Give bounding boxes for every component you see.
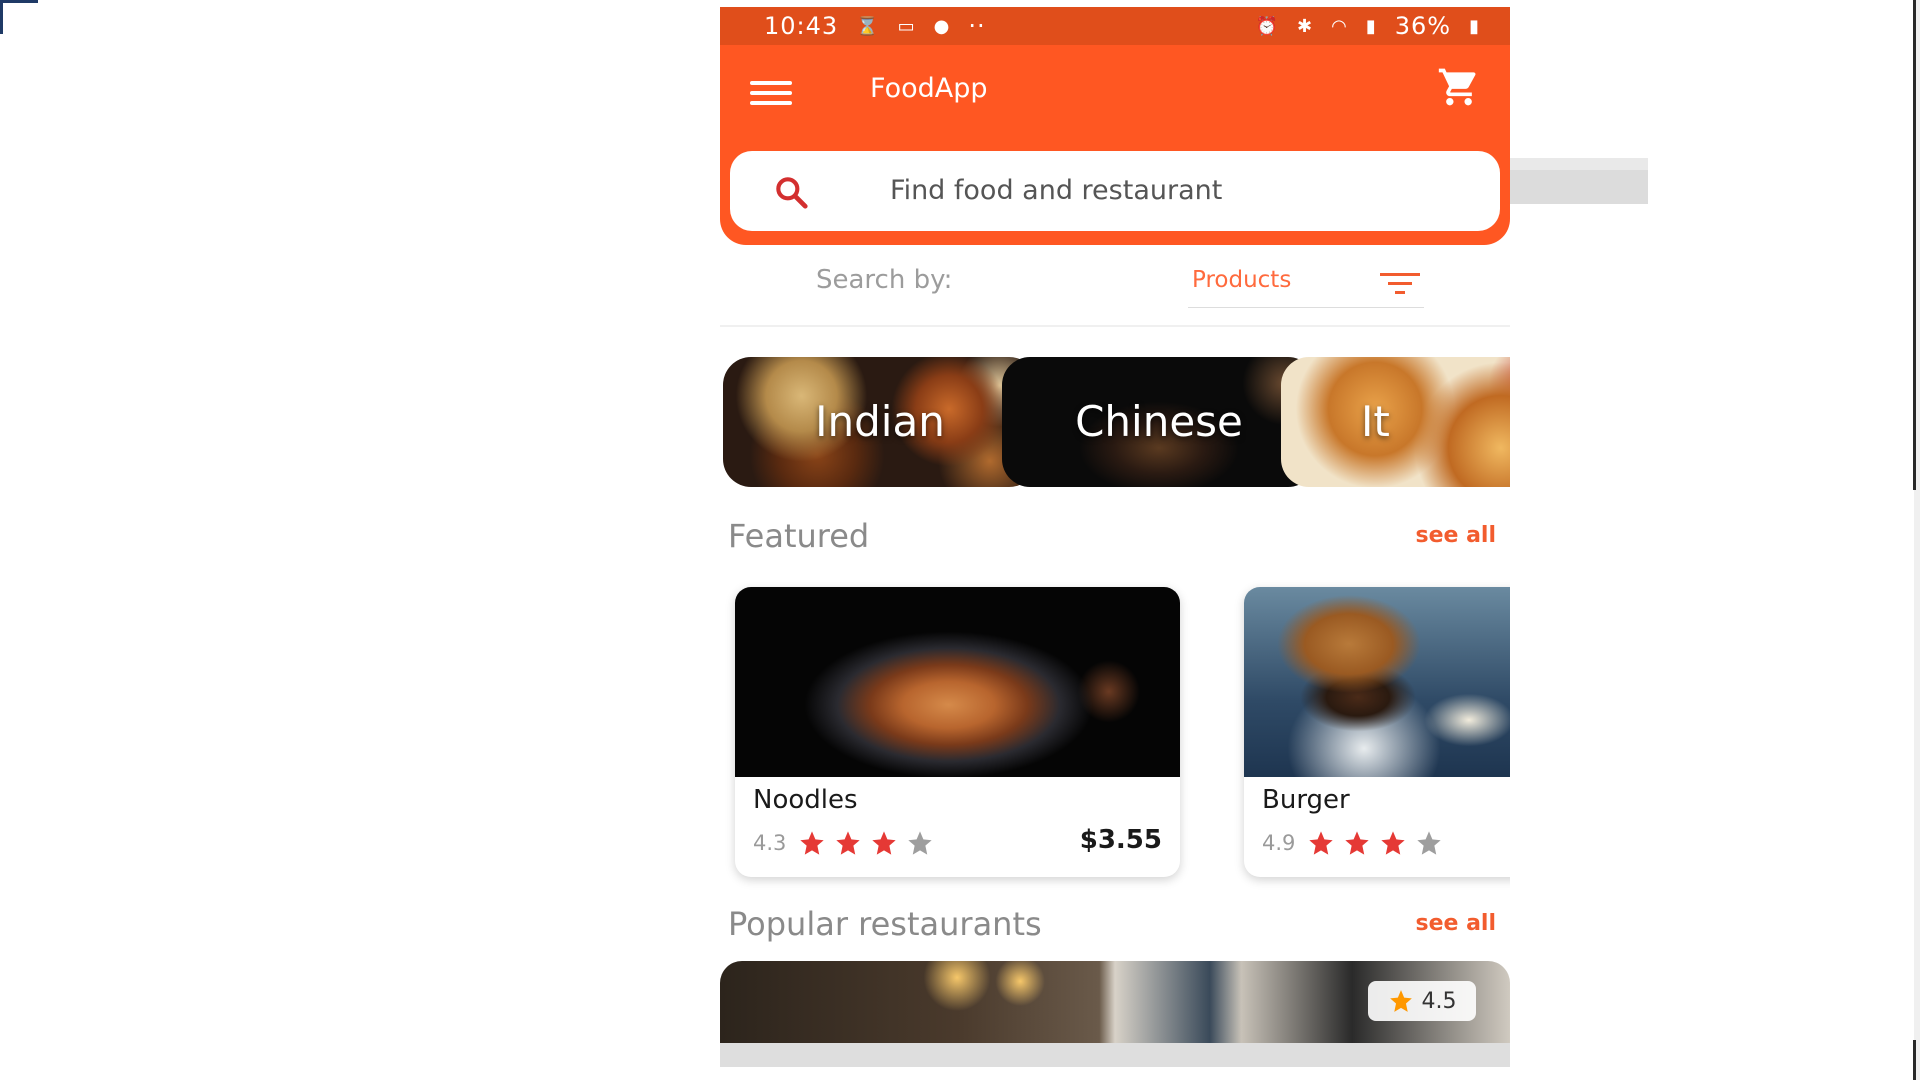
window-scrollbar[interactable] xyxy=(1913,1040,1916,1080)
star-filled-icon xyxy=(1345,831,1370,855)
star-empty-icon xyxy=(908,831,933,855)
window-scrollbar[interactable] xyxy=(1913,0,1916,490)
phone-screen: 10:43 ⌛ ▭ ● ·· ⏰ ✱ ◠ ▮ 36% ▮ FoodApp Fin… xyxy=(720,7,1510,1067)
star-icon xyxy=(1389,990,1412,1012)
search-input[interactable]: Find food and restaurant xyxy=(730,151,1500,231)
category-card-indian[interactable]: Indian xyxy=(723,357,1037,487)
restaurant-card[interactable]: 4.5 xyxy=(720,961,1510,1053)
rating-stars xyxy=(798,829,934,857)
rating-value: 4.3 xyxy=(753,831,787,855)
app-title: FoodApp xyxy=(870,73,988,104)
status-time: 10:43 xyxy=(764,12,839,40)
popular-restaurants-title: Popular restaurants xyxy=(728,905,1042,943)
noodles-image xyxy=(735,587,1180,777)
category-card-chinese[interactable]: Chinese xyxy=(1002,357,1316,487)
rating-value: 4.9 xyxy=(1262,831,1296,855)
cart-icon[interactable] xyxy=(1436,65,1482,109)
food-card-burger[interactable]: Burger 4.9 xyxy=(1244,587,1510,877)
more-notifications: ·· xyxy=(968,12,986,40)
star-filled-icon xyxy=(800,831,825,855)
search-by-dropdown[interactable]: Products xyxy=(1188,261,1424,308)
food-name: Noodles xyxy=(753,785,858,815)
food-card-noodles[interactable]: Noodles 4.3 $3.55 xyxy=(735,587,1180,877)
star-filled-icon xyxy=(872,831,897,855)
signal-icon: ▮ xyxy=(1365,15,1377,37)
search-by-value: Products xyxy=(1192,267,1292,293)
featured-title: Featured xyxy=(728,517,870,555)
battery-percent: 36% xyxy=(1394,12,1452,40)
featured-see-all-link[interactable]: see all xyxy=(1415,523,1496,548)
category-card-italian[interactable]: It xyxy=(1281,357,1510,487)
bluetooth-icon: ✱ xyxy=(1297,15,1314,37)
rating-stars xyxy=(1307,829,1443,857)
food-rating: 4.9 xyxy=(1262,829,1443,857)
location-icon: ● xyxy=(933,15,951,37)
hamburger-menu-icon[interactable] xyxy=(750,81,792,105)
status-right: ⏰ ✱ ◠ ▮ 36% ▮ xyxy=(1256,12,1480,40)
restaurant-rating-badge: 4.5 xyxy=(1368,981,1476,1021)
status-bar: 10:43 ⌛ ▭ ● ·· ⏰ ✱ ◠ ▮ 36% ▮ xyxy=(720,7,1510,45)
restaurant-rating-value: 4.5 xyxy=(1421,988,1457,1014)
calendar-icon: ▭ xyxy=(897,15,916,37)
popular-see-all-link[interactable]: see all xyxy=(1415,911,1496,936)
burger-image xyxy=(1244,587,1510,777)
star-filled-icon xyxy=(1309,831,1334,855)
background-strip xyxy=(1510,170,1648,204)
food-rating: 4.3 xyxy=(753,829,934,857)
alarm-icon: ⏰ xyxy=(1255,15,1280,37)
star-filled-icon xyxy=(836,831,861,855)
search-placeholder: Find food and restaurant xyxy=(890,175,1223,206)
hourglass-icon: ⌛ xyxy=(856,15,880,37)
category-label: Chinese xyxy=(1075,397,1243,446)
bottom-navigation-edge xyxy=(720,1043,1510,1067)
search-area: Find food and restaurant xyxy=(720,145,1510,245)
category-label: Indian xyxy=(815,397,945,446)
category-label: It xyxy=(1361,397,1390,446)
food-name: Burger xyxy=(1262,785,1350,815)
search-icon xyxy=(776,177,808,209)
wifi-icon: ◠ xyxy=(1331,15,1348,37)
search-by-label: Search by: xyxy=(816,265,953,295)
frame-corner xyxy=(0,0,38,34)
search-by-row: Search by: Products xyxy=(720,255,1510,327)
star-empty-icon xyxy=(1417,831,1442,855)
star-filled-icon xyxy=(1381,831,1406,855)
status-left: 10:43 ⌛ ▭ ● ·· xyxy=(764,12,986,40)
category-list: Indian Chinese It xyxy=(720,357,1510,491)
filter-icon xyxy=(1380,273,1420,294)
app-bar: FoodApp xyxy=(720,45,1510,149)
food-price: $3.55 xyxy=(1079,825,1162,855)
battery-icon: ▮ xyxy=(1469,15,1480,37)
